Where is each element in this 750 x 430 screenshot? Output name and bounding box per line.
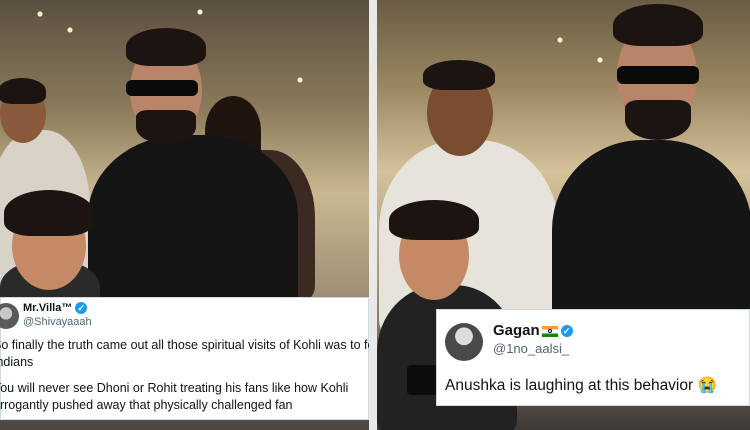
man-beard-right bbox=[625, 100, 691, 140]
tweet2-name-text: Gagan bbox=[493, 322, 540, 339]
left-photo: Mr.Villa™ ✓ @Shivayaaah So finally the tr… bbox=[0, 0, 369, 430]
tweet1-line-2: Indians bbox=[0, 355, 34, 369]
verified-badge-icon: ✓ bbox=[560, 325, 573, 338]
tweet2-avatar[interactable] bbox=[445, 323, 483, 361]
tweet-card-2[interactable]: Gagan ✓ @1no_aalsi_ Anushka is laughing a… bbox=[436, 309, 750, 406]
staff-hair bbox=[423, 60, 495, 90]
tweet1-line-1: So finally the truth came out all those … bbox=[0, 338, 369, 352]
tweet2-handle[interactable]: @1no_aalsi_ bbox=[493, 341, 569, 356]
man-hair bbox=[126, 28, 206, 66]
tweet1-line-3: You will never see Dhoni or Rohit treati… bbox=[0, 381, 349, 395]
young-fan-right-hair bbox=[389, 200, 479, 240]
tweet1-name-text: Mr.Villa™ bbox=[23, 302, 73, 314]
tweet2-text: Anushka is laughing at this behavior 😭 bbox=[445, 377, 717, 394]
tweet2-author-name[interactable]: Gagan ✓ bbox=[493, 322, 573, 339]
young-fan-hair bbox=[4, 190, 94, 236]
man-black-tshirt bbox=[88, 135, 298, 315]
panel-divider bbox=[369, 0, 377, 430]
sunglasses-right bbox=[617, 66, 699, 84]
tweet1-author-name[interactable]: Mr.Villa™ ✓ bbox=[23, 302, 88, 315]
man-hair-right bbox=[613, 4, 703, 46]
tweet1-avatar[interactable] bbox=[0, 303, 19, 329]
man-beard bbox=[136, 110, 196, 144]
tweet-card-1[interactable]: Mr.Villa™ ✓ @Shivayaaah So finally the tr… bbox=[0, 297, 369, 420]
tweet1-handle[interactable]: @Shivayaaah bbox=[23, 316, 92, 328]
verified-badge-icon: ✓ bbox=[75, 302, 88, 315]
tweet1-line-4: arrogantly pushed away that physically c… bbox=[0, 398, 293, 412]
person-background-left-hair bbox=[0, 78, 46, 104]
india-flag-icon bbox=[541, 325, 558, 337]
sunglasses bbox=[126, 80, 198, 96]
